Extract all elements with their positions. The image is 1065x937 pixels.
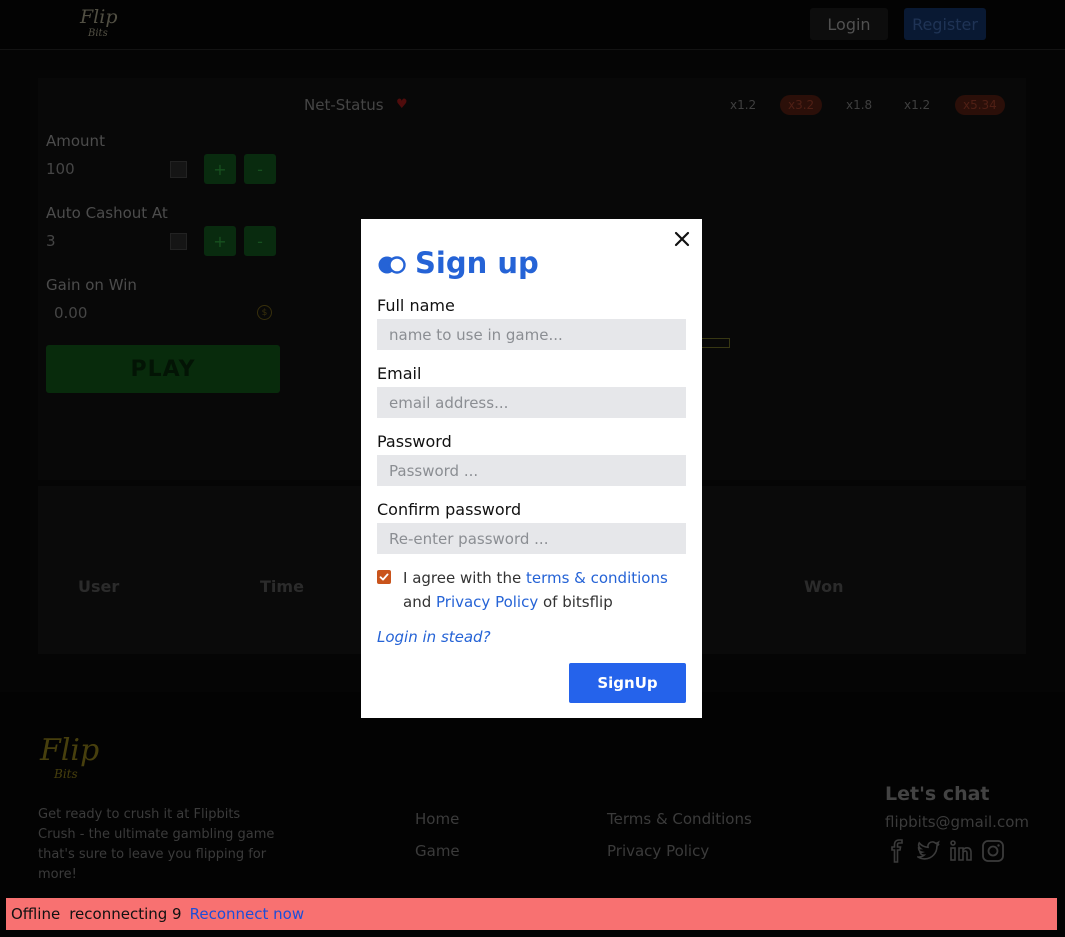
agree-suffix: of bitsflip <box>538 593 613 611</box>
password-input[interactable] <box>377 455 686 486</box>
modal-title: Sign up <box>415 246 539 280</box>
signup-button[interactable]: SignUp <box>569 663 686 703</box>
agree-checkbox[interactable] <box>377 570 391 584</box>
close-icon[interactable] <box>671 228 693 250</box>
fullname-label: Full name <box>377 296 455 315</box>
reconnecting-text: reconnecting 9 <box>69 905 182 923</box>
offline-status-bar: Offline reconnecting 9 Reconnect now <box>6 898 1057 930</box>
login-instead-link[interactable]: Login in stead? <box>377 628 491 646</box>
fullname-input[interactable] <box>377 319 686 350</box>
confirm-password-label: Confirm password <box>377 500 522 519</box>
privacy-link[interactable]: Privacy Policy <box>436 593 538 611</box>
agree-prefix: I agree with the <box>403 569 526 587</box>
flip-coins-icon <box>378 256 406 274</box>
email-input[interactable] <box>377 387 686 418</box>
checkmark-icon <box>379 573 389 581</box>
email-label: Email <box>377 364 422 383</box>
agree-text: I agree with the terms & conditions and … <box>403 566 693 614</box>
terms-link[interactable]: terms & conditions <box>526 569 668 587</box>
password-label: Password <box>377 432 452 451</box>
reconnect-now-link[interactable]: Reconnect now <box>190 905 305 923</box>
agree-and: and <box>403 593 436 611</box>
confirm-password-input[interactable] <box>377 523 686 554</box>
offline-text: Offline <box>11 905 61 923</box>
